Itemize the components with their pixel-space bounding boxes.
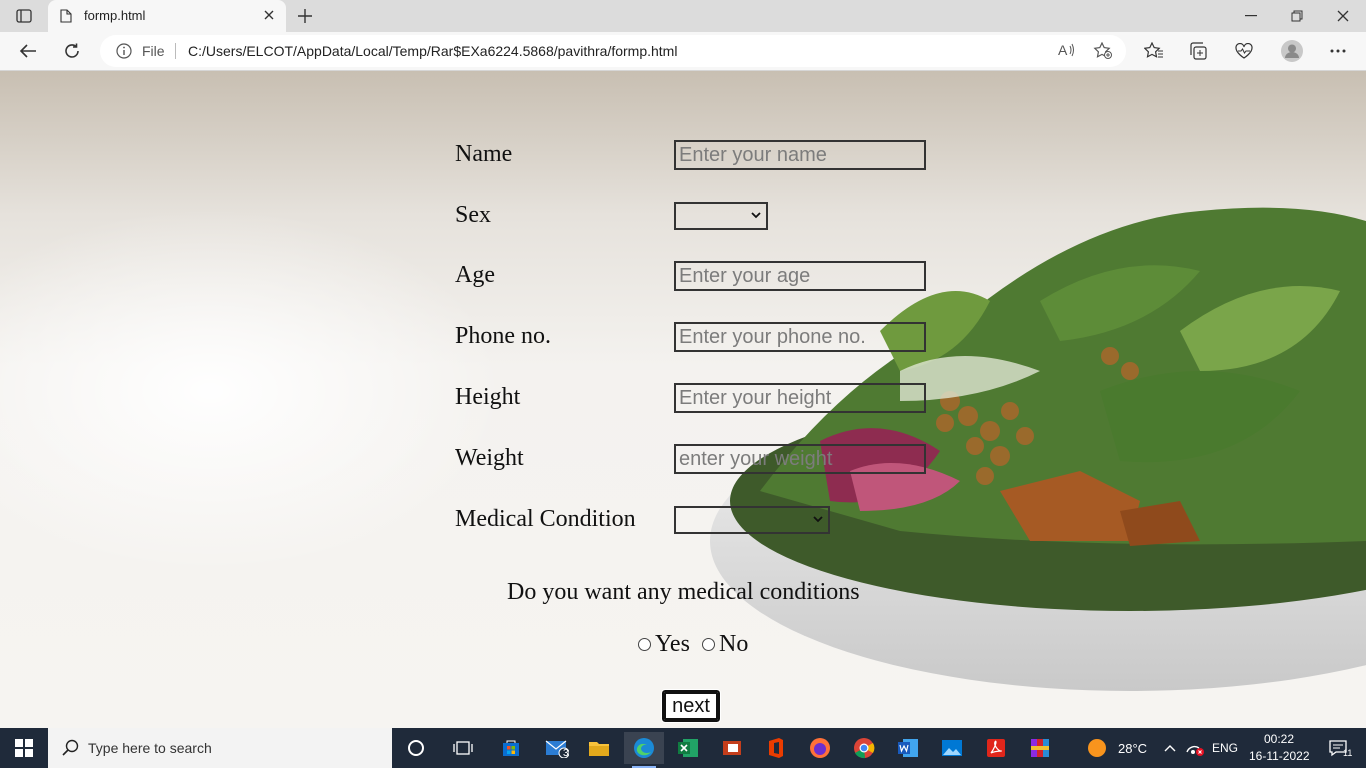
no-label: No xyxy=(719,631,749,657)
clock-date[interactable]: 16-11-2022 xyxy=(1249,749,1310,763)
clock-time[interactable]: 00:22 xyxy=(1264,732,1294,746)
url-text[interactable]: C:/Users/ELCOT/AppData/Local/Temp/Rar$EX… xyxy=(188,43,677,59)
sex-label: Sex xyxy=(455,202,491,228)
name-input[interactable] xyxy=(674,140,926,170)
weight-label: Weight xyxy=(455,445,524,471)
firefox-icon[interactable] xyxy=(800,732,840,764)
winrar-icon[interactable] xyxy=(1020,732,1060,764)
chevron-down-icon xyxy=(751,212,761,219)
edge-browser-icon[interactable] xyxy=(624,732,664,768)
office-icon[interactable] xyxy=(756,732,796,764)
mail-badge: 3 xyxy=(563,748,569,759)
minimize-icon[interactable] xyxy=(1228,0,1274,32)
store-icon[interactable] xyxy=(491,732,531,764)
height-label: Height xyxy=(455,384,521,410)
close-window-icon[interactable] xyxy=(1320,0,1366,32)
svg-text:A: A xyxy=(1058,42,1068,58)
file-protocol-label: File xyxy=(142,43,165,59)
search-placeholder: Type here to search xyxy=(88,740,212,756)
browser-toolbar: File C:/Users/ELCOT/AppData/Local/Temp/R… xyxy=(0,32,1366,71)
windows-icon xyxy=(15,739,33,757)
network-icon[interactable] xyxy=(1182,732,1208,764)
notifications-icon[interactable]: 11 xyxy=(1318,732,1358,764)
back-icon[interactable] xyxy=(16,40,40,62)
language-indicator[interactable]: ENG xyxy=(1212,741,1238,755)
cortana-icon[interactable] xyxy=(396,732,436,764)
tab-actions-icon[interactable] xyxy=(12,6,36,26)
sex-select[interactable] xyxy=(674,202,768,230)
address-bar[interactable]: File C:/Users/ELCOT/AppData/Local/Temp/R… xyxy=(100,35,1126,67)
close-tab-icon[interactable] xyxy=(262,8,276,27)
favorites-icon[interactable] xyxy=(1142,40,1166,62)
yes-radio[interactable] xyxy=(638,638,651,651)
photos-icon[interactable] xyxy=(932,732,972,764)
new-tab-icon[interactable] xyxy=(294,5,316,27)
page-icon xyxy=(60,9,72,28)
task-view-icon[interactable] xyxy=(443,732,483,764)
address-divider xyxy=(175,43,176,59)
tab-strip: formp.html xyxy=(0,0,1366,32)
chrome-icon[interactable] xyxy=(844,732,884,764)
info-icon[interactable] xyxy=(116,43,132,64)
medical-question: Do you want any medical conditions xyxy=(507,579,860,605)
tab-title: formp.html xyxy=(84,8,146,23)
word-icon[interactable] xyxy=(888,732,928,764)
next-button[interactable]: next xyxy=(661,689,721,723)
add-favorite-icon[interactable] xyxy=(1093,41,1113,65)
phone-label: Phone no. xyxy=(455,323,551,349)
web-page: Name Sex Age Phone no. Height Weight Med… xyxy=(0,71,1366,728)
no-option[interactable]: No xyxy=(702,631,748,658)
access-icon[interactable] xyxy=(712,732,752,764)
no-radio[interactable] xyxy=(702,638,715,651)
taskbar-search[interactable]: Type here to search xyxy=(48,728,392,768)
read-aloud-icon[interactable]: A xyxy=(1058,42,1076,61)
start-button[interactable] xyxy=(0,728,48,768)
taskbar: Type here to search 3 28°C ENG 00:22 16-… xyxy=(0,728,1366,768)
search-icon xyxy=(62,739,80,762)
show-hidden-icons-icon[interactable] xyxy=(1158,732,1182,764)
acrobat-icon[interactable] xyxy=(976,732,1016,764)
medical-condition-select[interactable] xyxy=(674,506,830,534)
excel-icon[interactable] xyxy=(668,732,708,764)
medical-condition-label: Medical Condition xyxy=(455,506,636,532)
collections-icon[interactable] xyxy=(1186,40,1210,62)
height-input[interactable] xyxy=(674,383,926,413)
more-menu-icon[interactable] xyxy=(1326,40,1350,62)
weather-icon[interactable] xyxy=(1084,732,1110,764)
notification-count: 11 xyxy=(1343,748,1353,758)
browser-essentials-icon[interactable] xyxy=(1232,40,1256,62)
age-label: Age xyxy=(455,262,495,288)
age-input[interactable] xyxy=(674,261,926,291)
profile-avatar-icon[interactable] xyxy=(1280,40,1304,62)
yes-label: Yes xyxy=(655,631,690,657)
restore-icon[interactable] xyxy=(1274,0,1320,32)
refresh-icon[interactable] xyxy=(60,40,84,62)
mail-icon[interactable]: 3 xyxy=(537,732,577,764)
phone-input[interactable] xyxy=(674,322,926,352)
file-explorer-icon[interactable] xyxy=(579,732,619,764)
weight-input[interactable] xyxy=(674,444,926,474)
name-label: Name xyxy=(455,141,513,167)
yes-option[interactable]: Yes xyxy=(638,631,690,658)
browser-tab[interactable]: formp.html xyxy=(48,0,286,32)
chevron-down-icon xyxy=(813,516,823,523)
weather-temp[interactable]: 28°C xyxy=(1118,741,1147,756)
